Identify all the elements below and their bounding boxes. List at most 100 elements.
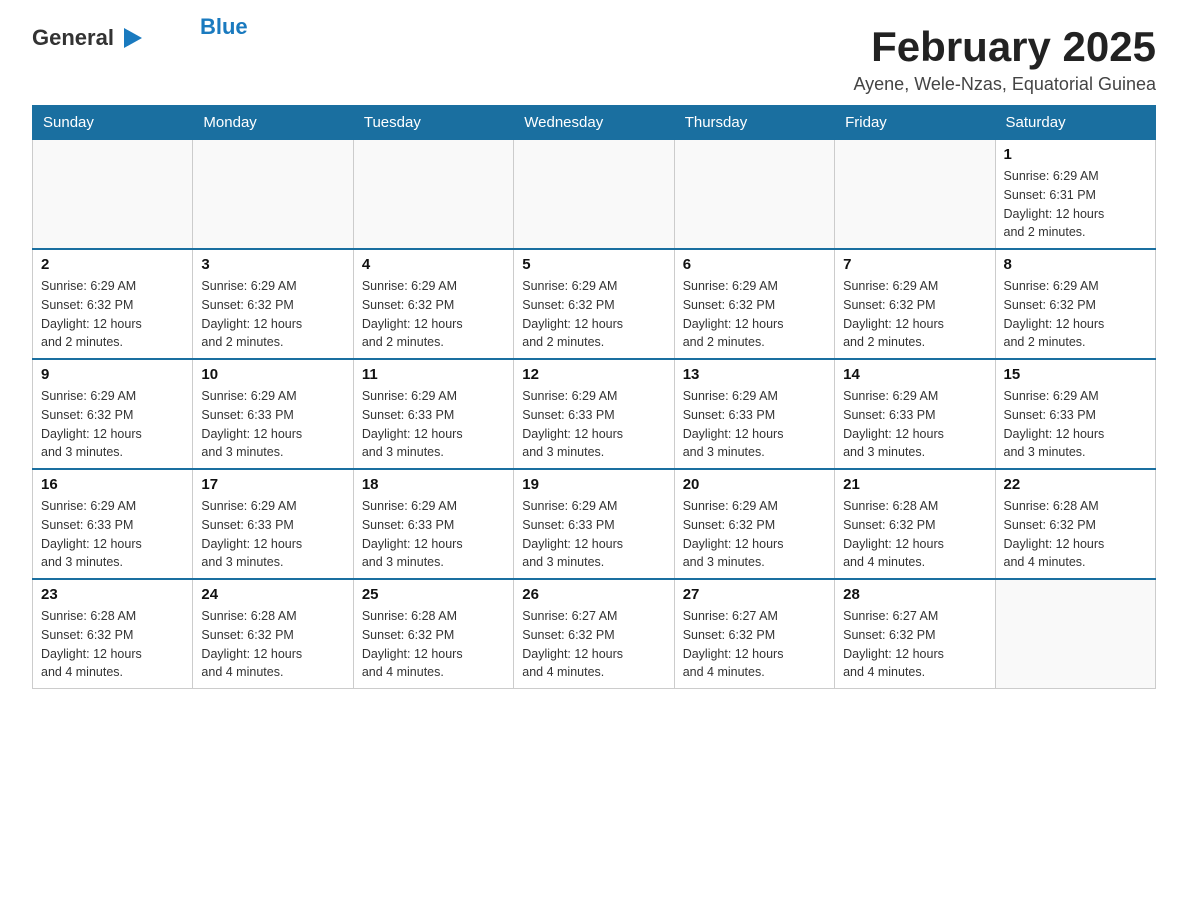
day-info: Sunrise: 6:29 AM Sunset: 6:32 PM Dayligh…: [362, 277, 505, 352]
day-info: Sunrise: 6:28 AM Sunset: 6:32 PM Dayligh…: [201, 607, 344, 682]
calendar-subtitle: Ayene, Wele-Nzas, Equatorial Guinea: [853, 74, 1156, 95]
calendar-cell-w3-d1: 9 Sunrise: 6:29 AM Sunset: 6:32 PM Daylig…: [33, 359, 193, 469]
day-info: Sunrise: 6:29 AM Sunset: 6:33 PM Dayligh…: [522, 497, 665, 572]
calendar-cell-w4-d2: 17 Sunrise: 6:29 AM Sunset: 6:33 PM Dayli…: [193, 469, 353, 579]
day-info: Sunrise: 6:29 AM Sunset: 6:33 PM Dayligh…: [843, 387, 986, 462]
calendar-cell-w5-d4: 26 Sunrise: 6:27 AM Sunset: 6:32 PM Dayli…: [514, 579, 674, 689]
calendar-cell-w1-d5: [674, 140, 834, 250]
calendar-cell-w2-d5: 6 Sunrise: 6:29 AM Sunset: 6:32 PM Daylig…: [674, 249, 834, 359]
calendar-cell-w1-d7: 1Sunrise: 6:29 AM Sunset: 6:31 PM Daylig…: [995, 140, 1155, 250]
calendar-cell-w4-d4: 19 Sunrise: 6:29 AM Sunset: 6:33 PM Dayli…: [514, 469, 674, 579]
day-number: 18: [362, 476, 505, 493]
day-number: 2: [41, 256, 184, 273]
col-wednesday: Wednesday: [514, 106, 674, 140]
day-info: Sunrise: 6:29 AM Sunset: 6:33 PM Dayligh…: [201, 387, 344, 462]
day-info: Sunrise: 6:29 AM Sunset: 6:33 PM Dayligh…: [362, 497, 505, 572]
day-info: Sunrise: 6:28 AM Sunset: 6:32 PM Dayligh…: [362, 607, 505, 682]
calendar-title: February 2025: [853, 24, 1156, 70]
calendar-cell-w2-d2: 3 Sunrise: 6:29 AM Sunset: 6:32 PM Daylig…: [193, 249, 353, 359]
day-info: Sunrise: 6:27 AM Sunset: 6:32 PM Dayligh…: [843, 607, 986, 682]
day-number: 6: [683, 256, 826, 273]
day-number: 9: [41, 366, 184, 383]
day-number: 3: [201, 256, 344, 273]
logo-general: General: [32, 25, 114, 51]
day-number: 14: [843, 366, 986, 383]
day-info: Sunrise: 6:27 AM Sunset: 6:32 PM Dayligh…: [522, 607, 665, 682]
calendar-cell-w5-d3: 25 Sunrise: 6:28 AM Sunset: 6:32 PM Dayli…: [353, 579, 513, 689]
day-number: 26: [522, 586, 665, 603]
calendar-week-1: 1Sunrise: 6:29 AM Sunset: 6:31 PM Daylig…: [33, 140, 1156, 250]
col-saturday: Saturday: [995, 106, 1155, 140]
calendar-cell-w4-d1: 16Sunrise: 6:29 AM Sunset: 6:33 PM Dayli…: [33, 469, 193, 579]
day-info: Sunrise: 6:29 AM Sunset: 6:32 PM Dayligh…: [41, 387, 184, 462]
day-number: 19: [522, 476, 665, 493]
calendar-cell-w4-d7: 22Sunrise: 6:28 AM Sunset: 6:32 PM Dayli…: [995, 469, 1155, 579]
logo-blue: Blue: [200, 16, 248, 38]
calendar-cell-w4-d5: 20 Sunrise: 6:29 AM Sunset: 6:32 PM Dayli…: [674, 469, 834, 579]
calendar-cell-w3-d5: 13 Sunrise: 6:29 AM Sunset: 6:33 PM Dayli…: [674, 359, 834, 469]
col-monday: Monday: [193, 106, 353, 140]
day-info: Sunrise: 6:29 AM Sunset: 6:32 PM Dayligh…: [683, 277, 826, 352]
day-info: Sunrise: 6:29 AM Sunset: 6:33 PM Dayligh…: [522, 387, 665, 462]
logo-triangle-icon: [116, 24, 144, 52]
day-number: 28: [843, 586, 986, 603]
day-number: 15: [1004, 366, 1147, 383]
day-number: 25: [362, 586, 505, 603]
calendar-cell-w1-d1: [33, 140, 193, 250]
day-number: 16: [41, 476, 184, 493]
calendar-week-4: 16 Sunrise: 6:29 AM Sunset: 6:33 PM Dayli…: [33, 469, 1156, 579]
calendar-cell-w4-d6: 21 Sunrise: 6:28 AM Sunset: 6:32 PM Dayli…: [835, 469, 995, 579]
day-number: 10: [201, 366, 344, 383]
day-number: 24: [201, 586, 344, 603]
calendar-header-row: Sunday Monday Tuesday Wednesday Thursday…: [33, 106, 1156, 140]
calendar-cell-w3-d6: 14 Sunrise: 6:29 AM Sunset: 6:33 PM Dayli…: [835, 359, 995, 469]
day-info: Sunrise: 6:29 AM Sunset: 6:33 PM Dayligh…: [683, 387, 826, 462]
col-tuesday: Tuesday: [353, 106, 513, 140]
day-number: 12: [522, 366, 665, 383]
calendar-cell-w3-d3: 11Sunrise: 6:29 AM Sunset: 6:33 PM Dayli…: [353, 359, 513, 469]
logo: General Blue: [32, 24, 248, 52]
calendar-cell-w3-d4: 12 Sunrise: 6:29 AM Sunset: 6:33 PM Dayli…: [514, 359, 674, 469]
day-number: 8: [1004, 256, 1147, 273]
calendar-week-5: 23 Sunrise: 6:28 AM Sunset: 6:32 PM Dayli…: [33, 579, 1156, 689]
calendar-cell-w2-d6: 7 Sunrise: 6:29 AM Sunset: 6:32 PM Daylig…: [835, 249, 995, 359]
day-number: 17: [201, 476, 344, 493]
day-number: 20: [683, 476, 826, 493]
calendar-cell-w4-d3: 18 Sunrise: 6:29 AM Sunset: 6:33 PM Dayli…: [353, 469, 513, 579]
calendar-week-2: 2 Sunrise: 6:29 AM Sunset: 6:32 PM Daylig…: [33, 249, 1156, 359]
page-header: General Blue February 2025 Ayene, Wele-N…: [32, 24, 1156, 95]
day-number: 23: [41, 586, 184, 603]
day-number: 13: [683, 366, 826, 383]
day-number: 27: [683, 586, 826, 603]
day-info: Sunrise: 6:28 AM Sunset: 6:32 PM Dayligh…: [41, 607, 184, 682]
day-number: 4: [362, 256, 505, 273]
day-info: Sunrise: 6:28 AM Sunset: 6:32 PM Dayligh…: [1004, 497, 1147, 572]
calendar-cell-w2-d1: 2Sunrise: 6:29 AM Sunset: 6:32 PM Daylig…: [33, 249, 193, 359]
calendar-cell-w3-d2: 10 Sunrise: 6:29 AM Sunset: 6:33 PM Dayli…: [193, 359, 353, 469]
calendar-cell-w1-d6: [835, 140, 995, 250]
day-info: Sunrise: 6:29 AM Sunset: 6:32 PM Dayligh…: [1004, 277, 1147, 352]
calendar-cell-w5-d5: 27 Sunrise: 6:27 AM Sunset: 6:32 PM Dayli…: [674, 579, 834, 689]
calendar-cell-w1-d2: [193, 140, 353, 250]
day-info: Sunrise: 6:27 AM Sunset: 6:32 PM Dayligh…: [683, 607, 826, 682]
day-number: 21: [843, 476, 986, 493]
day-info: Sunrise: 6:29 AM Sunset: 6:33 PM Dayligh…: [1004, 387, 1147, 462]
calendar-cell-w5-d7: [995, 579, 1155, 689]
title-section: February 2025 Ayene, Wele-Nzas, Equatori…: [853, 24, 1156, 95]
calendar-cell-w5-d6: 28 Sunrise: 6:27 AM Sunset: 6:32 PM Dayli…: [835, 579, 995, 689]
calendar-cell-w1-d3: [353, 140, 513, 250]
day-info: Sunrise: 6:28 AM Sunset: 6:32 PM Dayligh…: [843, 497, 986, 572]
calendar-cell-w5-d1: 23 Sunrise: 6:28 AM Sunset: 6:32 PM Dayli…: [33, 579, 193, 689]
day-info: Sunrise: 6:29 AM Sunset: 6:32 PM Dayligh…: [522, 277, 665, 352]
col-sunday: Sunday: [33, 106, 193, 140]
calendar-cell-w2-d3: 4 Sunrise: 6:29 AM Sunset: 6:32 PM Daylig…: [353, 249, 513, 359]
day-number: 5: [522, 256, 665, 273]
calendar-cell-w5-d2: 24 Sunrise: 6:28 AM Sunset: 6:32 PM Dayli…: [193, 579, 353, 689]
day-info: Sunrise: 6:29 AM Sunset: 6:32 PM Dayligh…: [201, 277, 344, 352]
day-info: Sunrise: 6:29 AM Sunset: 6:33 PM Dayligh…: [201, 497, 344, 572]
calendar-cell-w2-d4: 5 Sunrise: 6:29 AM Sunset: 6:32 PM Daylig…: [514, 249, 674, 359]
day-number: 7: [843, 256, 986, 273]
day-info: Sunrise: 6:29 AM Sunset: 6:32 PM Dayligh…: [843, 277, 986, 352]
day-info: Sunrise: 6:29 AM Sunset: 6:32 PM Dayligh…: [683, 497, 826, 572]
calendar-cell-w3-d7: 15 Sunrise: 6:29 AM Sunset: 6:33 PM Dayli…: [995, 359, 1155, 469]
